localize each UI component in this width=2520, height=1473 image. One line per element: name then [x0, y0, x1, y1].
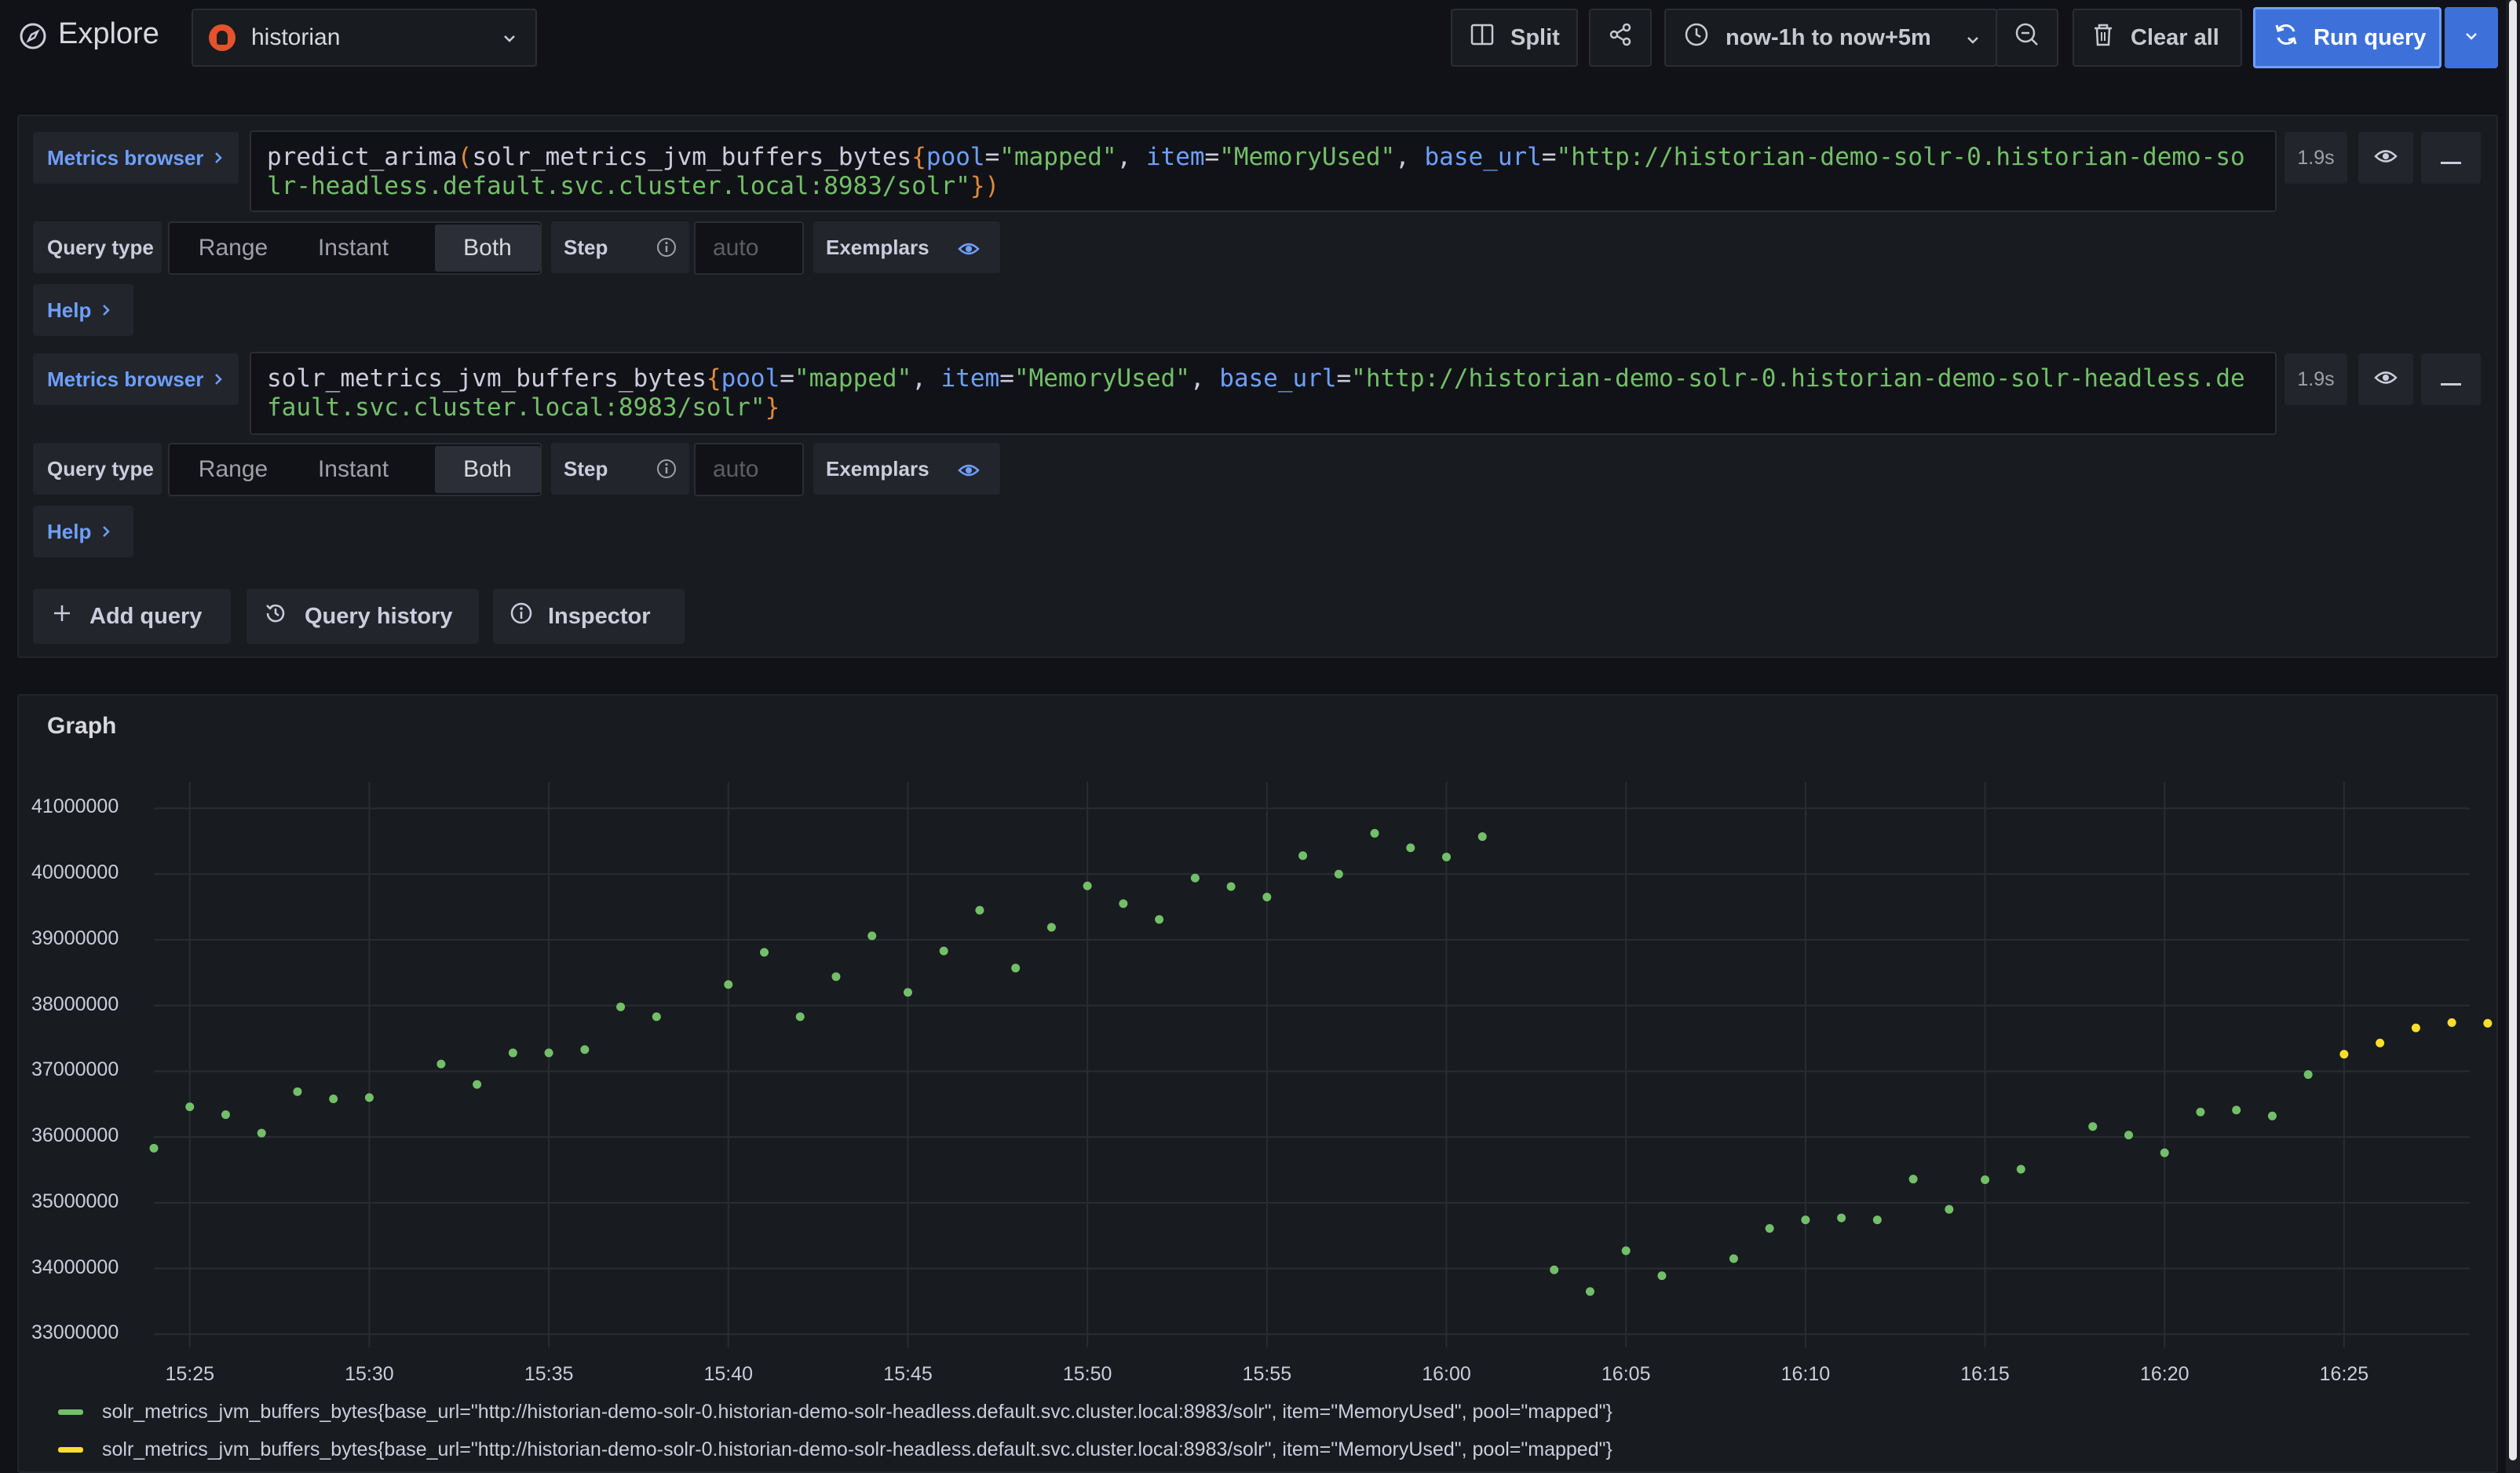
- data-point-series-1[interactable]: [2196, 1107, 2205, 1117]
- data-point-series-1[interactable]: [1981, 1175, 1990, 1185]
- data-point-series-2[interactable]: [2339, 1050, 2349, 1059]
- data-point-series-1[interactable]: [760, 948, 769, 957]
- legend-swatch: [58, 1409, 83, 1415]
- data-point-series-1[interactable]: [364, 1093, 374, 1102]
- data-point-series-2[interactable]: [2483, 1018, 2493, 1028]
- data-point-series-1[interactable]: [544, 1048, 553, 1058]
- y-tick-label: 39000000: [31, 927, 119, 949]
- y-tick-label: 33000000: [31, 1321, 119, 1344]
- data-point-series-1[interactable]: [1908, 1175, 1918, 1184]
- data-point-series-1[interactable]: [724, 980, 733, 989]
- data-point-series-1[interactable]: [867, 931, 877, 941]
- y-tick-label: 35000000: [31, 1190, 119, 1212]
- data-point-series-1[interactable]: [1765, 1223, 1774, 1233]
- data-point-series-1[interactable]: [1011, 963, 1021, 973]
- data-point-series-1[interactable]: [975, 905, 984, 915]
- data-point-series-1[interactable]: [1190, 873, 1200, 883]
- data-point-series-1[interactable]: [1370, 828, 1379, 838]
- data-point-series-1[interactable]: [1046, 923, 1056, 932]
- data-point-series-1[interactable]: [1801, 1215, 1810, 1225]
- data-point-series-1[interactable]: [831, 972, 841, 981]
- data-point-series-1[interactable]: [1406, 843, 1415, 853]
- y-tick-label: 36000000: [31, 1124, 119, 1147]
- data-point-series-1[interactable]: [1657, 1271, 1667, 1281]
- data-point-series-1[interactable]: [2016, 1164, 2025, 1174]
- data-point-series-1[interactable]: [293, 1087, 302, 1096]
- data-point-series-1[interactable]: [1477, 832, 1487, 841]
- x-tick-label: 15:35: [524, 1363, 574, 1385]
- data-point-series-1[interactable]: [2303, 1070, 2313, 1080]
- data-point-series-1[interactable]: [1872, 1215, 1882, 1225]
- data-point-series-1[interactable]: [616, 1002, 626, 1011]
- legend: solr_metrics_jvm_buffers_bytes{base_url=…: [58, 1391, 2492, 1470]
- legend-item[interactable]: solr_metrics_jvm_buffers_bytes{base_url=…: [58, 1396, 1612, 1427]
- data-point-series-1[interactable]: [1298, 851, 1308, 861]
- data-point-series-1[interactable]: [1729, 1254, 1738, 1263]
- data-point-series-1[interactable]: [329, 1095, 338, 1104]
- data-point-series-1[interactable]: [149, 1143, 159, 1153]
- data-point-series-1[interactable]: [903, 988, 912, 997]
- y-tick-label: 40000000: [31, 861, 119, 884]
- data-point-series-1[interactable]: [1837, 1213, 1846, 1223]
- data-point-series-1[interactable]: [1155, 915, 1164, 924]
- data-point-series-1[interactable]: [1442, 852, 1452, 861]
- y-tick-label: 38000000: [31, 992, 119, 1015]
- y-tick-label: 34000000: [31, 1256, 119, 1278]
- x-tick-label: 15:55: [1242, 1363, 1292, 1385]
- data-point-series-1[interactable]: [2267, 1111, 2277, 1120]
- data-point-series-2[interactable]: [2411, 1023, 2420, 1033]
- data-point-series-1[interactable]: [1083, 881, 1092, 890]
- data-point-series-1[interactable]: [257, 1128, 266, 1138]
- data-point-series-1[interactable]: [185, 1102, 195, 1112]
- legend-swatch: [58, 1446, 83, 1453]
- x-tick-label: 16:15: [1960, 1363, 2010, 1385]
- data-point-series-1[interactable]: [2160, 1148, 2169, 1157]
- data-point-series-1[interactable]: [1119, 899, 1128, 908]
- data-point-series-1[interactable]: [436, 1059, 446, 1069]
- data-point-series-1[interactable]: [652, 1012, 661, 1022]
- data-point-series-1[interactable]: [1550, 1265, 1559, 1274]
- data-point-series-1[interactable]: [1226, 882, 1236, 891]
- data-point-series-1[interactable]: [1262, 893, 1272, 902]
- x-tick-label: 16:10: [1780, 1363, 1831, 1385]
- x-tick-label: 16:00: [1422, 1363, 1471, 1385]
- data-point-series-1[interactable]: [580, 1045, 590, 1054]
- data-point-series-1[interactable]: [2088, 1122, 2098, 1131]
- data-point-series-2[interactable]: [2447, 1018, 2456, 1027]
- x-tick-label: 15:40: [703, 1363, 754, 1385]
- x-tick-label: 16:20: [2139, 1363, 2189, 1385]
- data-point-series-1[interactable]: [221, 1110, 230, 1120]
- data-point-series-1[interactable]: [473, 1080, 482, 1089]
- data-point-series-1[interactable]: [795, 1012, 805, 1022]
- graph-chart: [149, 782, 2493, 1347]
- legend-item[interactable]: solr_metrics_jvm_buffers_bytes{base_url=…: [58, 1434, 1612, 1465]
- y-tick-label: 37000000: [31, 1058, 119, 1081]
- data-point-series-1[interactable]: [2232, 1106, 2241, 1115]
- data-point-series-1[interactable]: [1945, 1204, 1954, 1214]
- data-point-series-1[interactable]: [1334, 869, 1343, 879]
- data-point-series-1[interactable]: [1585, 1287, 1594, 1296]
- data-point-series-1[interactable]: [1621, 1246, 1631, 1256]
- x-tick-label: 15:25: [165, 1363, 215, 1385]
- x-tick-label: 16:25: [2319, 1363, 2369, 1385]
- data-point-series-1[interactable]: [508, 1048, 517, 1058]
- data-point-series-2[interactable]: [2376, 1038, 2385, 1047]
- x-tick-label: 15:30: [345, 1363, 394, 1385]
- data-point-series-1[interactable]: [939, 946, 948, 956]
- data-point-series-1[interactable]: [2124, 1131, 2134, 1140]
- x-tick-label: 15:45: [883, 1363, 933, 1385]
- x-tick-label: 16:05: [1601, 1363, 1651, 1385]
- x-tick-label: 15:50: [1062, 1363, 1112, 1385]
- scrollbar[interactable]: [2506, 0, 2520, 1473]
- y-tick-label: 41000000: [31, 795, 119, 818]
